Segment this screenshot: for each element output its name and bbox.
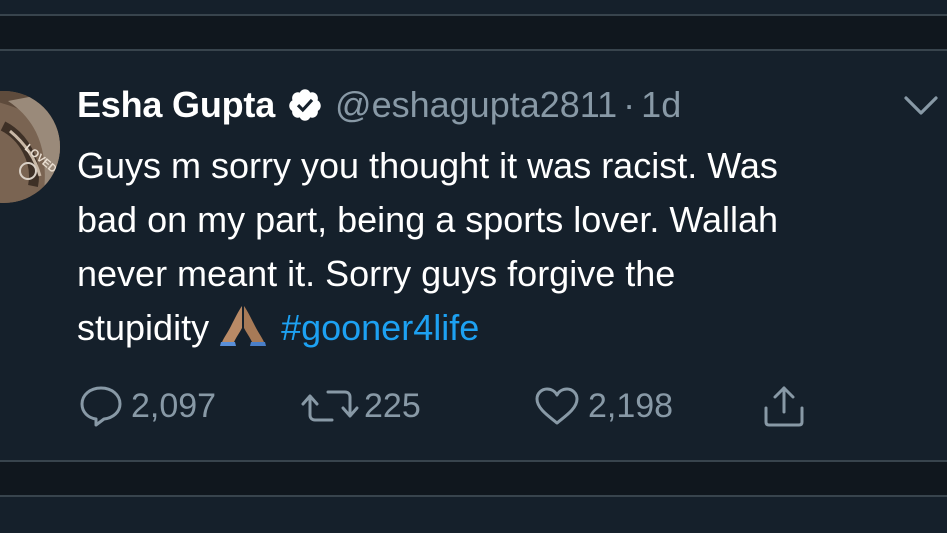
- hashtag-link[interactable]: #gooner4life: [281, 307, 479, 348]
- reply-button[interactable]: 2,097: [79, 384, 216, 428]
- share-button[interactable]: [762, 384, 806, 428]
- avatar[interactable]: LOVED: [0, 91, 60, 203]
- timeline-gap-bottom: [0, 462, 947, 495]
- tweet-text-line-3: never meant it. Sorry guys forgive the: [77, 253, 676, 294]
- retweet-count: 225: [364, 386, 421, 425]
- tweet[interactable]: LOVED Esha Gupta @eshagupta2811 · 1d Guy…: [0, 51, 947, 460]
- retweet-button[interactable]: 225: [300, 384, 421, 428]
- tweet-timestamp[interactable]: 1d: [641, 84, 681, 126]
- author-handle[interactable]: @eshagupta2811: [335, 84, 617, 126]
- like-count: 2,198: [588, 386, 674, 425]
- tweet-actions: 2,097 225 2,198: [0, 384, 947, 428]
- tweet-text: Guys m sorry you thought it was racist. …: [77, 139, 937, 355]
- tweet-text-line-2: bad on my part, being a sports lover. Wa…: [77, 199, 779, 240]
- avatar-image: LOVED: [0, 91, 60, 203]
- author-name[interactable]: Esha Gupta: [77, 84, 275, 126]
- share-icon: [764, 386, 804, 427]
- tweet-text-line-4: stupidity #gooner4life: [77, 301, 937, 355]
- retweet-icon: [301, 390, 359, 422]
- top-strip: [0, 0, 947, 14]
- tweet-text-line-4-words: stupidity: [77, 307, 210, 348]
- separator-dot: ·: [623, 84, 636, 125]
- reply-icon: [80, 386, 122, 427]
- verified-badge-icon: [289, 89, 321, 121]
- chevron-down-icon[interactable]: [903, 95, 939, 117]
- reply-count: 2,097: [131, 386, 217, 425]
- tweet-text-line-1: Guys m sorry you thought it was racist. …: [77, 145, 778, 186]
- like-button[interactable]: 2,198: [534, 384, 673, 428]
- heart-icon: [535, 387, 579, 425]
- folded-hands-emoji-icon: [220, 306, 267, 346]
- next-tweet-divider: [0, 495, 947, 497]
- tweet-header: Esha Gupta @eshagupta2811 · 1d: [77, 84, 681, 126]
- timeline: LOVED Esha Gupta @eshagupta2811 · 1d Guy…: [0, 0, 947, 533]
- timeline-gap: [0, 16, 947, 49]
